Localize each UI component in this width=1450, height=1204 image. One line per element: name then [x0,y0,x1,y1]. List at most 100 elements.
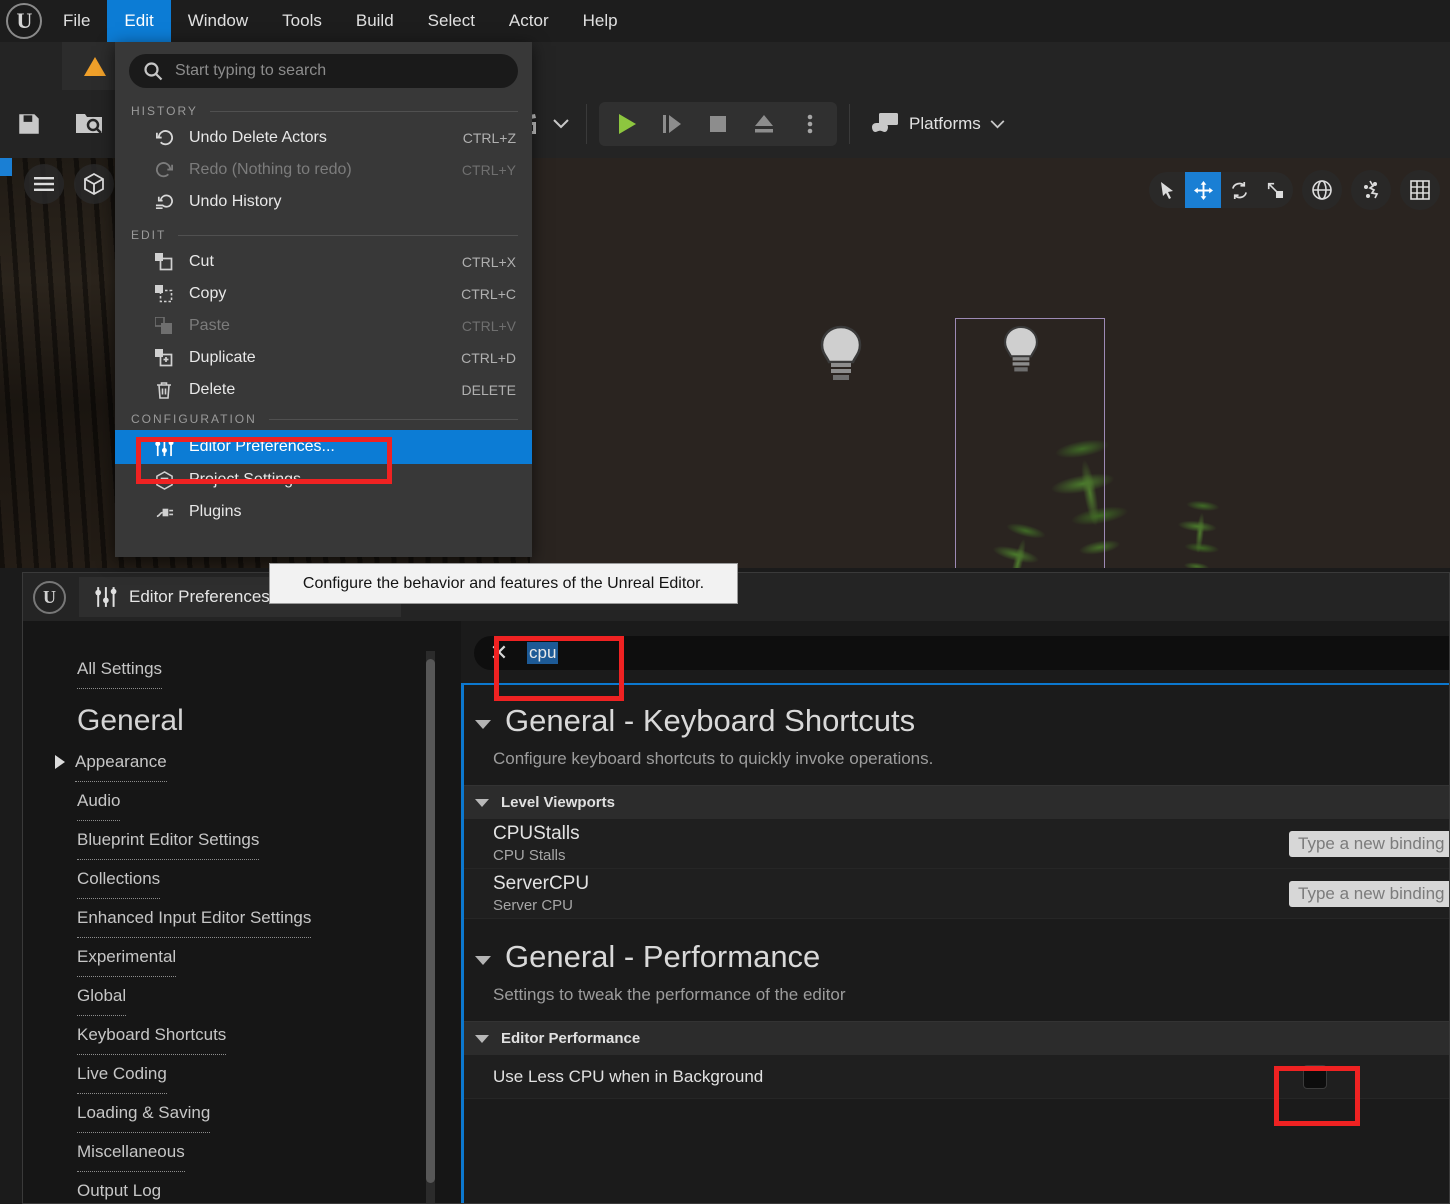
editor-preferences-window[interactable]: U Editor Preferences All Settings Genera… [22,572,1450,1204]
save-icon[interactable] [6,101,52,147]
sidebar-item-miscellaneous[interactable]: Miscellaneous [77,1132,461,1172]
menu-item-undo-delete-actors[interactable]: Undo Delete Actors CTRL+Z [115,122,532,154]
edit-menu-search[interactable] [129,54,518,88]
point-light-bulb-icon[interactable] [810,323,872,398]
chevron-down-icon[interactable] [475,1034,489,1043]
main-menu-bar: U File Edit Window Tools Build Select Ac… [0,0,1450,42]
category-header-keyboard-shortcuts[interactable]: General - Keyboard Shortcuts [461,685,1449,739]
close-icon[interactable]: ✕ [487,640,511,665]
menu-actor[interactable]: Actor [492,0,566,42]
menu-item-undo-history[interactable]: Undo History [115,186,532,218]
plug-icon [153,501,175,523]
menu-file[interactable]: File [46,0,107,42]
sidebar-item-output-log[interactable]: Output Log [77,1171,461,1203]
property-control-cell: Type a new binding [1289,880,1449,907]
redo-icon [153,159,175,181]
sidebar-item-experimental[interactable]: Experimental [77,937,461,977]
sidebar-scrollbar-thumb[interactable] [426,659,435,1183]
menu-help[interactable]: Help [566,0,635,42]
chevron-down-icon[interactable] [475,798,489,807]
menu-edit[interactable]: Edit [107,0,171,42]
search-icon [144,62,163,81]
menu-build[interactable]: Build [339,0,411,42]
project-settings-icon [153,469,175,491]
table-row[interactable]: Use Less CPU when in Background [461,1055,1449,1099]
group-header-editor-performance[interactable]: Editor Performance [461,1021,1449,1055]
menu-item-delete[interactable]: Delete DELETE [115,374,532,406]
browse-content-icon[interactable] [66,101,112,147]
preferences-search-field[interactable]: ✕ cpu [474,636,1449,670]
menu-item-cut[interactable]: Cut CTRL+X [115,246,532,278]
menu-select[interactable]: Select [411,0,492,42]
grid-snap-icon[interactable] [1400,170,1440,210]
preferences-sidebar[interactable]: All Settings General Appearance Audio Bl… [23,621,461,1203]
property-name: Use Less CPU when in Background [493,1066,764,1086]
group-header-level-viewports[interactable]: Level Viewports [461,785,1449,819]
sidebar-item-label: Collections [77,859,161,899]
edit-dropdown-menu[interactable]: HISTORY Undo Delete Actors CTRL+Z Redo (… [115,42,532,557]
menu-tools[interactable]: Tools [265,0,339,42]
menu-item-duplicate[interactable]: Duplicate CTRL+D [115,342,532,374]
sidebar-item-global[interactable]: Global [77,976,461,1016]
sidebar-item-all-settings[interactable]: All Settings [77,649,461,689]
binding-input[interactable]: Type a new binding [1289,880,1449,907]
menu-item-plugins[interactable]: Plugins [115,496,532,528]
menu-item-editor-preferences[interactable]: Editor Preferences... [115,430,532,464]
rotate-tool-icon[interactable] [1221,172,1257,208]
surface-snapping-icon[interactable] [1351,170,1391,210]
viewport-menu-icon[interactable] [24,164,64,204]
section-divider [178,234,518,236]
point-light-bulb-icon[interactable] [995,323,1047,388]
property-label-cell: ServerCPU Server CPU [461,873,1289,914]
section-label: EDIT [131,228,167,242]
sidebar-item-keyboard-shortcuts[interactable]: Keyboard Shortcuts [77,1015,461,1055]
menu-item-copy[interactable]: Copy CTRL+C [115,278,532,310]
category-header-performance[interactable]: General - Performance [461,919,1449,975]
table-row[interactable]: ServerCPU Server CPU Type a new binding [461,869,1449,919]
unreal-logo[interactable]: U [2,0,46,42]
menu-item-label: Editor Preferences... [189,438,335,455]
sidebar-scrollbar[interactable] [426,651,435,1203]
world-coordinate-globe-icon[interactable] [1302,170,1342,210]
step-button[interactable] [649,102,695,146]
cinematics-chevron-down-icon[interactable] [548,101,574,147]
menu-item-shortcut: CTRL+X [461,254,516,270]
sidebar-item-audio[interactable]: Audio [77,781,461,821]
edit-menu-search-input[interactable] [175,62,504,80]
sidebar-item-blueprint-editor-settings[interactable]: Blueprint Editor Settings [77,820,461,860]
sidebar-item-live-coding[interactable]: Live Coding [77,1054,461,1094]
play-button[interactable] [603,102,649,146]
trash-icon [153,379,175,401]
select-tool-icon[interactable] [1149,172,1185,208]
menu-item-project-settings[interactable]: Project Settings... [115,464,532,496]
platforms-button[interactable]: Platforms [862,111,1013,137]
menu-item-shortcut: CTRL+Y [461,162,516,178]
chevron-right-icon[interactable] [55,754,65,769]
stop-button[interactable] [695,102,741,146]
table-row[interactable]: CPUStalls CPU Stalls Type a new binding [461,819,1449,869]
chevron-down-icon[interactable] [475,720,491,729]
category-description: Settings to tweak the performance of the… [493,985,846,1004]
sidebar-item-enhanced-input-editor-settings[interactable]: Enhanced Input Editor Settings [77,898,461,938]
viewport-perspective-cube-icon[interactable] [74,164,114,204]
use-less-cpu-checkbox[interactable] [1303,1064,1327,1089]
move-tool-icon[interactable] [1185,172,1221,208]
binding-input[interactable]: Type a new binding [1289,830,1449,857]
duplicate-icon [153,347,175,369]
sidebar-item-collections[interactable]: Collections [77,859,461,899]
unreal-editor-window: U File Edit Window Tools Build Select Ac… [0,0,1450,1204]
menu-window[interactable]: Window [171,0,265,42]
toolbar-divider-2 [849,104,850,144]
chevron-down-icon[interactable] [475,956,491,965]
sidebar-item-loading-and-saving[interactable]: Loading & Saving [77,1093,461,1133]
menu-item-redo: Redo (Nothing to redo) CTRL+Y [115,154,532,186]
menu-item-shortcut: CTRL+C [461,286,516,302]
menu-item-label: Plugins [189,503,242,520]
play-options-overflow-icon[interactable] [787,102,833,146]
fern-plant [1152,476,1248,568]
preferences-search-value: cpu [527,642,559,664]
eject-button[interactable] [741,102,787,146]
scale-tool-icon[interactable] [1257,172,1293,208]
sidebar-item-appearance[interactable]: Appearance [55,742,461,782]
menu-item-label: Paste [189,317,230,334]
